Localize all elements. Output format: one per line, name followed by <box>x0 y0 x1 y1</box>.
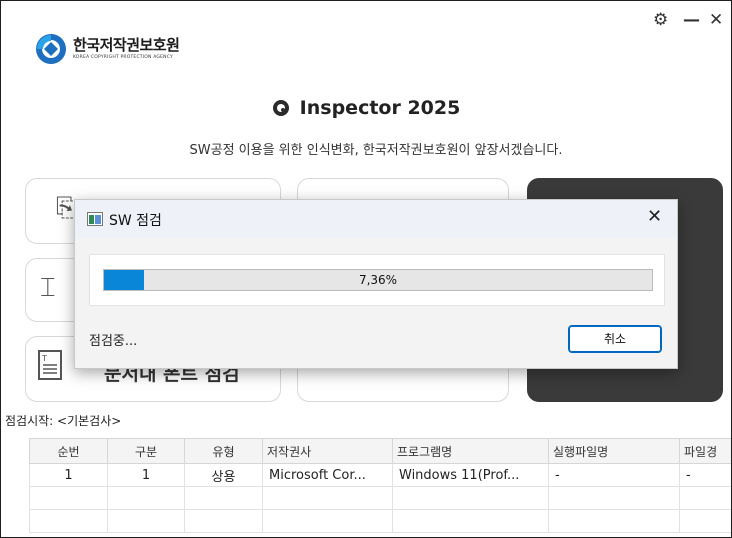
column-header[interactable]: 실행파일명 <box>548 438 680 464</box>
scan-start-label: 점검시작: <기본검사> <box>5 414 122 428</box>
font-icon: ⌶ <box>40 273 56 303</box>
close-icon[interactable]: ✕ <box>709 10 723 30</box>
table-cell: - <box>679 463 731 487</box>
dialog-progress-panel: 7,36% <box>89 254 665 306</box>
agency-logo: 한국저작권보호원 KOREA COPYRIGHT PROTECTION AGEN… <box>35 33 180 65</box>
progress-bar: 7,36% <box>103 269 653 291</box>
table-cell: 상용 <box>184 463 263 487</box>
document-icon: T <box>38 350 62 387</box>
results-table: 순번 구분 유형 저작권사 프로그램명 실행파일명 파일경 1 1 상용 Mic… <box>29 438 731 533</box>
close-icon[interactable]: ✕ <box>647 206 662 227</box>
logo-english-text: KOREA COPYRIGHT PROTECTION AGENCY <box>73 55 173 60</box>
minimize-icon[interactable]: — <box>683 10 700 30</box>
cancel-button[interactable]: 취소 <box>568 325 662 353</box>
table-row[interactable]: 1 1 상용 Microsoft Cor... Windows 11(Prof.… <box>29 463 731 487</box>
logo-korean-text: 한국저작권보호원 <box>73 36 180 54</box>
table-row[interactable] <box>29 486 731 510</box>
app-title: Inspector 2025 <box>299 97 461 119</box>
table-row[interactable] <box>29 509 731 533</box>
app-window: ⚙ — ✕ 한국저작권보호원 KOREA COPYRIGHT PROTECTIO… <box>0 0 732 538</box>
app-window-icon <box>87 211 103 226</box>
column-header[interactable]: 프로그램명 <box>392 438 549 464</box>
page-title: Inspector 2025 <box>1 97 731 119</box>
agency-logo-mark-icon <box>35 33 67 65</box>
column-header[interactable]: 파일경 <box>679 438 731 464</box>
dialog-status-text: 점검중... <box>89 334 138 349</box>
dialog-title: SW 점검 <box>109 213 162 229</box>
column-header[interactable]: 유형 <box>184 438 263 464</box>
table-cell: Windows 11(Prof... <box>392 463 549 487</box>
sw-check-dialog: SW 점검 ✕ 7,36% 점검중... 취소 <box>74 199 678 369</box>
table-cell: 1 <box>29 463 108 487</box>
progress-text: 7,36% <box>358 273 398 287</box>
column-header[interactable]: 순번 <box>29 438 108 464</box>
gear-icon[interactable]: ⚙ <box>653 10 668 30</box>
table-cell: - <box>548 463 680 487</box>
table-header-row: 순번 구분 유형 저작권사 프로그램명 실행파일명 파일경 <box>29 438 731 464</box>
dialog-titlebar[interactable]: SW 점검 ✕ <box>75 200 677 238</box>
svg-text:T: T <box>41 354 47 363</box>
table-cell: Microsoft Cor... <box>262 463 393 487</box>
column-header[interactable]: 저작권사 <box>262 438 393 464</box>
inspector-logo-icon <box>272 99 290 117</box>
table-cell: 1 <box>107 463 185 487</box>
column-header[interactable]: 구분 <box>107 438 185 464</box>
page-subtitle: SW공정 이용을 위한 인식변화, 한국저작권보호원이 앞장서겠습니다. <box>189 143 563 158</box>
